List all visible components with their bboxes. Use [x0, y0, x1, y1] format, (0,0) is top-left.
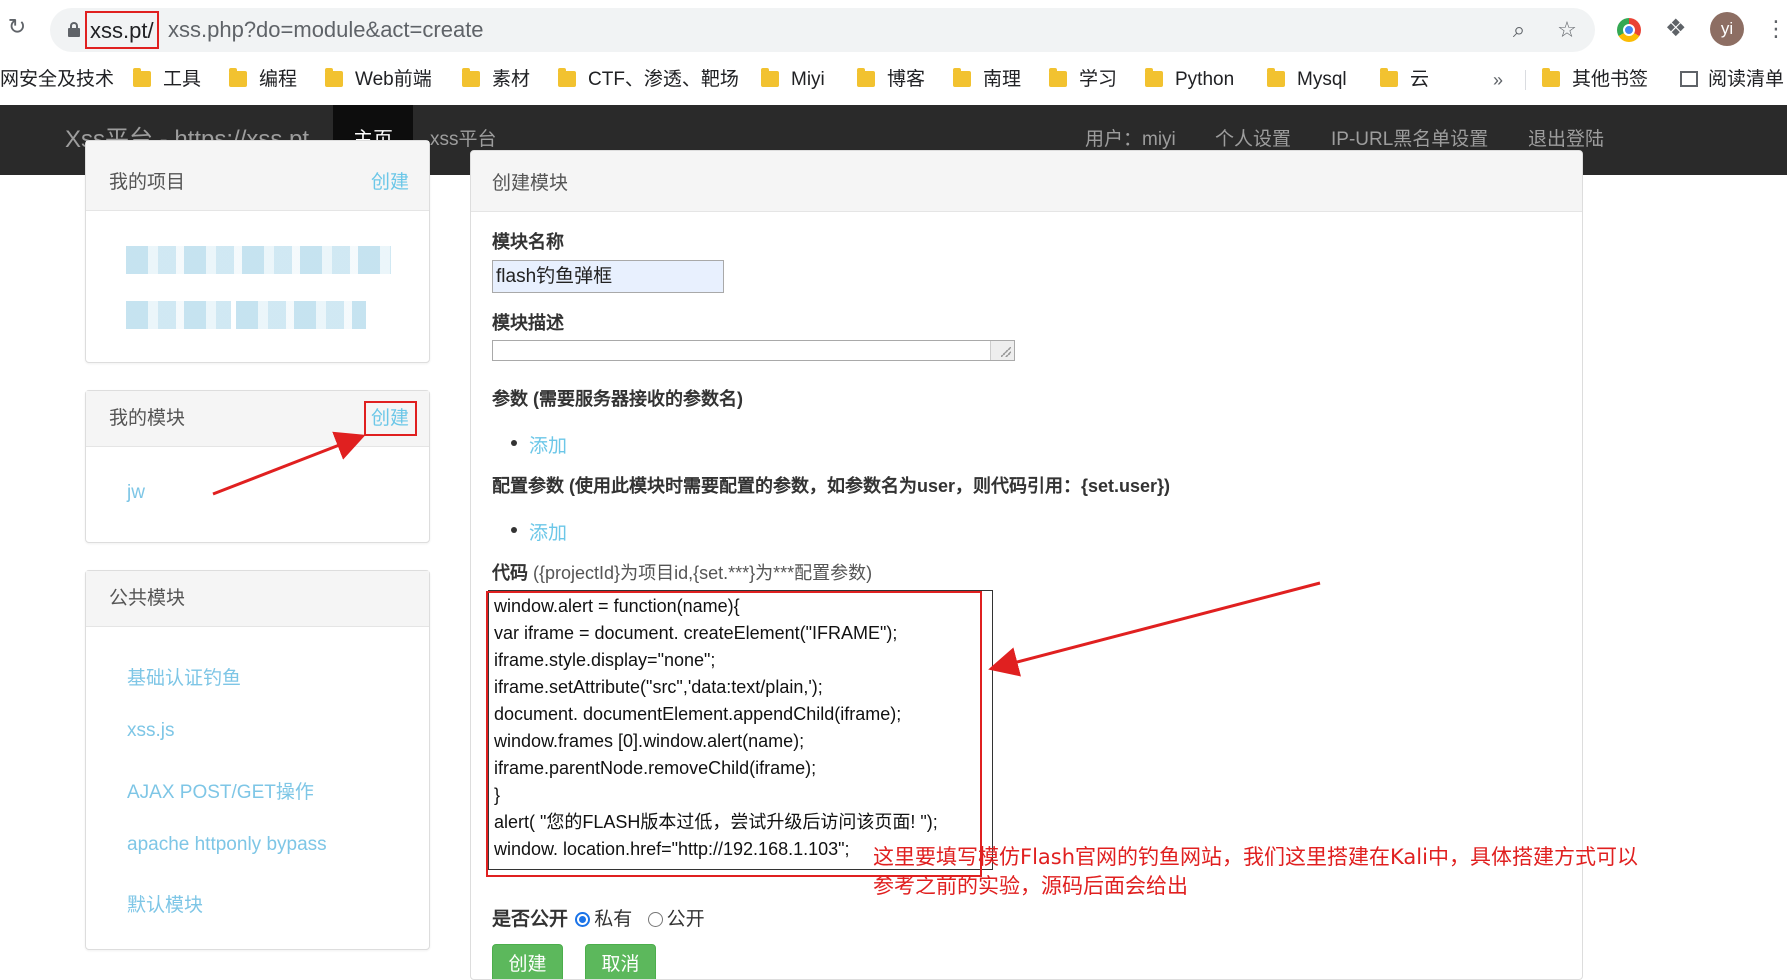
arrow-to-code: [988, 581, 1321, 677]
annotation-text: 这里要填写模仿Flash官网的钓鱼网站，我们这里搭建在Kali中，具体搭建方式可…: [873, 843, 1753, 901]
annotation-arrows: [212, 431, 1321, 677]
arrow-to-create: [212, 431, 366, 496]
annotation-line: 参考之前的实验，源码后面会给出: [873, 874, 1188, 898]
annotation-line: 这里要填写模仿Flash官网的钓鱼网站，我们这里搭建在Kali中，具体搭建方式可…: [873, 845, 1638, 869]
